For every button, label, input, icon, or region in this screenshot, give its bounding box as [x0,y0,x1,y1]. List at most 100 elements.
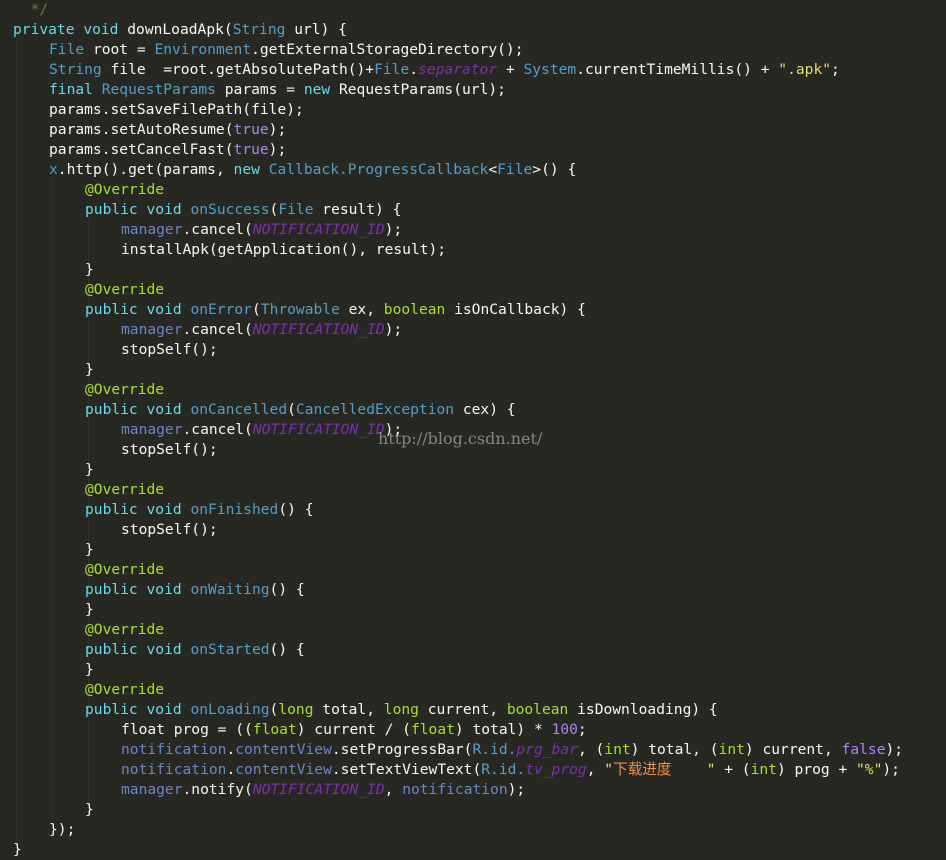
code-token: .currentTimeMillis() + [576,61,779,78]
code-line[interactable]: } [0,540,946,560]
code-token: void [146,641,182,658]
code-line[interactable]: final RequestParams params = new Request… [0,80,946,100]
code-token: @Override [85,561,165,578]
code-token: NOTIFICATION_ID [252,781,385,798]
code-line[interactable]: String file =root.getAbsolutePath()+File… [0,60,946,80]
code-token: public [85,701,138,718]
code-token: url) { [285,21,347,38]
code-line[interactable]: public void onCancelled(CancelledExcepti… [0,400,946,420]
code-line[interactable]: params.setSaveFilePath(file); [0,100,946,120]
code-line[interactable]: public void onStarted() { [0,640,946,660]
code-line[interactable]: @Override [0,620,946,640]
code-line[interactable]: notification.contentView.setTextViewText… [0,760,946,780]
code-line[interactable]: @Override [0,180,946,200]
code-line[interactable]: stopSelf(); [0,340,946,360]
code-editor[interactable]: */private void downLoadApk(String url) {… [0,0,946,859]
code-line[interactable]: notification.contentView.setProgressBar(… [0,740,946,760]
code-token: File [278,201,314,218]
code-token: ( [287,401,296,418]
code-token: long [278,701,314,718]
code-token: .cancel( [182,321,253,338]
code-line[interactable]: @Override [0,680,946,700]
code-token: ); [384,221,403,238]
code-token: cex) { [454,401,516,418]
code-token: . [409,61,419,78]
code-line[interactable]: private void downLoadApk(String url) { [0,20,946,40]
code-line[interactable]: manager.cancel(NOTIFICATION_ID); [0,220,946,240]
code-line[interactable]: x.http().get(params, new Callback.Progre… [0,160,946,180]
code-line[interactable]: } [0,260,946,280]
code-token: ex, [339,301,384,318]
code-line[interactable]: public void onError(Throwable ex, boolea… [0,300,946,320]
code-line[interactable]: public void onWaiting() { [0,580,946,600]
code-token: , ( [577,741,605,758]
code-token: public [85,301,138,318]
code-token: onCancelled [190,401,288,418]
code-line[interactable]: public void onLoading(long total, long c… [0,700,946,720]
code-token: notification [402,781,508,798]
code-token: NOTIFICATION_ID [252,321,385,338]
code-line[interactable]: @Override [0,280,946,300]
code-line[interactable]: @Override [0,560,946,580]
code-token: }); [49,821,76,838]
code-line[interactable]: } [0,660,946,680]
code-token: public [85,581,138,598]
code-line[interactable]: @Override [0,480,946,500]
code-token: File [49,41,85,58]
code-line[interactable]: float prog = ((float) current / (float) … [0,720,946,740]
code-line[interactable]: params.setCancelFast(true); [0,140,946,160]
code-line[interactable]: } [0,800,946,820]
code-line[interactable]: public void onFinished() { [0,500,946,520]
code-token: + ( [715,761,751,778]
code-token: public [85,401,138,418]
code-token: manager [121,421,183,438]
code-token: Throwable [260,301,340,318]
code-token: void [146,701,182,718]
code-line[interactable]: params.setAutoResume(true); [0,120,946,140]
code-token: stopSelf(); [121,441,218,458]
code-token: public [85,641,138,658]
code-token: ".apk" [778,61,832,78]
code-line[interactable]: stopSelf(); [0,520,946,540]
code-line[interactable]: }); [0,820,946,840]
code-token: onStarted [190,641,270,658]
code-token: } [85,801,94,818]
code-line[interactable]: File root = Environment.getExternalStora… [0,40,946,60]
code-token: int [718,741,745,758]
code-line[interactable]: } [0,460,946,480]
code-line[interactable]: */ [0,0,946,20]
code-token: true [233,141,269,158]
code-token: result) { [313,201,402,218]
code-token: private [13,21,75,38]
code-line[interactable]: manager.cancel(NOTIFICATION_ID); [0,320,946,340]
code-token: String [49,61,102,78]
code-token: ); [268,141,287,158]
code-token: manager [121,321,183,338]
code-token: @Override [85,481,165,498]
code-token: contentView [235,741,332,758]
code-token: .getExternalStorageDirectory(); [251,41,524,58]
code-line[interactable]: } [0,840,946,860]
code-line[interactable]: } [0,360,946,380]
code-token: contentView [235,761,332,778]
code-token: CancelledException [295,401,455,418]
code-token: ) current / ( [296,721,411,738]
code-token: .setTextViewText( [331,761,482,778]
code-line[interactable]: installApk(getApplication(), result); [0,240,946,260]
watermark: http://blog.csdn.net/ [378,429,543,448]
code-token: prg_bar [516,741,578,758]
code-line[interactable]: public void onSuccess(File result) { [0,200,946,220]
code-token: } [85,261,94,278]
code-token: new [303,81,331,98]
code-token: tv_prog [525,761,587,778]
code-token: downLoadApk( [118,21,233,38]
code-line[interactable]: } [0,600,946,620]
code-token: float [252,721,297,738]
code-line[interactable]: @Override [0,380,946,400]
code-token: .http().get(params, [57,161,234,178]
code-token: void [146,301,182,318]
code-line[interactable]: manager.notify(NOTIFICATION_ID, notifica… [0,780,946,800]
code-token: ) prog + [776,761,857,778]
